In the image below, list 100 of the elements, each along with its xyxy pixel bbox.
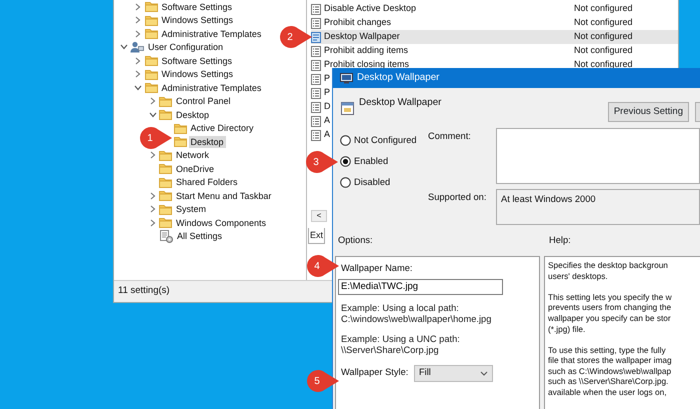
expand-caret-icon[interactable] [150, 205, 156, 214]
tree-item[interactable]: Desktop [188, 136, 226, 148]
tree-item[interactable]: Desktop [174, 108, 212, 121]
tree-item[interactable]: Windows Settings [160, 68, 236, 80]
help-text-line: prevents users from changing the [548, 302, 672, 313]
expand-caret-icon[interactable] [150, 97, 156, 106]
folder-icon [159, 176, 172, 188]
radio-button[interactable] [340, 135, 351, 146]
supported-on-field: At least Windows 2000 [496, 189, 700, 225]
radio-button[interactable] [340, 177, 351, 188]
document-icon [311, 4, 321, 14]
policy-state: Not configured [574, 58, 633, 72]
radio-label[interactable]: Not Configured [354, 134, 417, 148]
wallpaper-name-field[interactable]: E:\Media\TWC.jpg [338, 278, 503, 295]
help-text-line: such as \\Server\Share\Corp.jpg. [548, 376, 670, 388]
tree-item[interactable]: Administrative Templates [160, 28, 264, 40]
tree-item[interactable]: User Configuration [146, 41, 226, 54]
folder-icon [144, 55, 158, 66]
step-callout: 2 [279, 25, 313, 49]
help-text-line: To use this setting, type the fully [548, 344, 667, 356]
document-icon [311, 74, 321, 84]
dialog-heading: Desktop Wallpaper [359, 96, 442, 110]
supported-on-label: Supported on: [428, 191, 488, 204]
help-text-line: Specifies the desktop backgroun [548, 260, 669, 271]
folder-icon [144, 14, 158, 26]
scroll-left-button[interactable]: < [311, 210, 327, 222]
collapse-caret-icon[interactable] [148, 112, 156, 118]
tree-item[interactable]: Windows Settings [160, 14, 236, 26]
folder-icon [159, 204, 172, 215]
options-label: Options: [338, 234, 374, 247]
document-icon [311, 46, 321, 56]
comment-field[interactable] [496, 128, 700, 184]
policy-state: Not configured [574, 44, 633, 58]
policy-name[interactable]: A [324, 128, 330, 142]
help-text-line: available when the user logs on, [548, 387, 668, 398]
extended-tab[interactable]: Ext [308, 228, 326, 244]
example-path: C:\windows\web\wallpaper\home.jpg [341, 314, 492, 326]
policy-name[interactable]: Desktop Wallpaper [324, 30, 574, 44]
example-path: \\Server\Share\Corp.jpg [341, 345, 440, 357]
step-callout: 3 [305, 150, 339, 174]
tree-item[interactable]: System [174, 203, 208, 216]
document-icon [311, 32, 321, 42]
previous-setting-button[interactable]: Previous Setting [608, 102, 689, 122]
status-text: 11 setting(s) [118, 284, 170, 298]
tree-item[interactable]: Network [174, 149, 212, 162]
expand-caret-icon[interactable] [135, 16, 141, 24]
dropdown-caret-icon [480, 370, 488, 376]
tree-item[interactable]: Control Panel [174, 95, 233, 108]
tree-item[interactable]: All Settings [175, 230, 224, 242]
collapse-caret-icon[interactable] [134, 84, 142, 91]
policy-name[interactable]: Prohibit closing items [324, 58, 574, 72]
expand-caret-icon[interactable] [150, 192, 156, 200]
expand-caret-icon[interactable] [135, 56, 141, 65]
help-text-line: This setting lets you specify the w [548, 292, 673, 302]
policy-name[interactable]: Prohibit adding items [324, 44, 574, 58]
step-callout: 4 [306, 254, 340, 278]
folder-icon [159, 150, 172, 161]
folder-icon [159, 163, 172, 174]
window-title: Desktop Wallpaper [357, 70, 440, 85]
tree-item[interactable]: Administrative Templates [160, 82, 264, 94]
help-label: Help: [549, 234, 571, 247]
tree-item[interactable]: Software Settings [160, 54, 234, 67]
wallpaper-style-dropdown[interactable]: Fill [414, 364, 493, 382]
document-icon [311, 102, 321, 112]
radio-button[interactable] [340, 156, 351, 168]
document-icon [311, 60, 321, 70]
tree-item[interactable]: Start Menu and Taskbar [174, 190, 274, 202]
folder-icon [144, 28, 158, 40]
help-text-line: wallpaper you specify can be stor [548, 312, 672, 324]
expand-caret-icon[interactable] [135, 2, 141, 11]
expand-caret-icon[interactable] [135, 70, 141, 78]
policy-state: Not configured [574, 30, 633, 44]
tree-item[interactable]: Shared Folders [174, 176, 240, 188]
tree-item[interactable]: Software Settings [160, 0, 234, 13]
document-icon [311, 130, 321, 140]
settings-list-icon [159, 230, 173, 243]
user-icon [130, 41, 144, 54]
expand-caret-icon[interactable] [135, 30, 141, 38]
folder-icon [144, 1, 158, 12]
help-text-line: such as C:\Windows\web\wallpap [548, 366, 672, 376]
radio-label[interactable]: Enabled [354, 154, 417, 169]
expand-caret-icon[interactable] [150, 151, 156, 160]
folder-icon [174, 122, 186, 134]
policy-name[interactable]: A [324, 114, 330, 128]
tree-item[interactable]: Active Directory [188, 122, 256, 134]
policy-name[interactable]: D [324, 100, 330, 114]
example-caption: Example: Using a local path: [341, 302, 460, 314]
collapse-caret-icon[interactable] [120, 44, 128, 50]
policy-name[interactable]: P [324, 72, 330, 86]
policy-name[interactable]: P [324, 86, 330, 100]
tree-item[interactable]: Windows Components [174, 216, 268, 229]
policy-name[interactable]: Disable Active Desktop [324, 2, 574, 16]
help-text-line: (*.jpg) file. [548, 324, 586, 334]
help-text-line: users' desktops. [548, 270, 609, 282]
expand-caret-icon[interactable] [150, 218, 156, 227]
policy-state: Not configured [574, 16, 633, 30]
radio-label[interactable]: Disabled [354, 176, 417, 190]
tree-item[interactable]: OneDrive [174, 162, 216, 175]
folder-icon [144, 82, 158, 94]
policy-name[interactable]: Prohibit changes [324, 16, 574, 30]
